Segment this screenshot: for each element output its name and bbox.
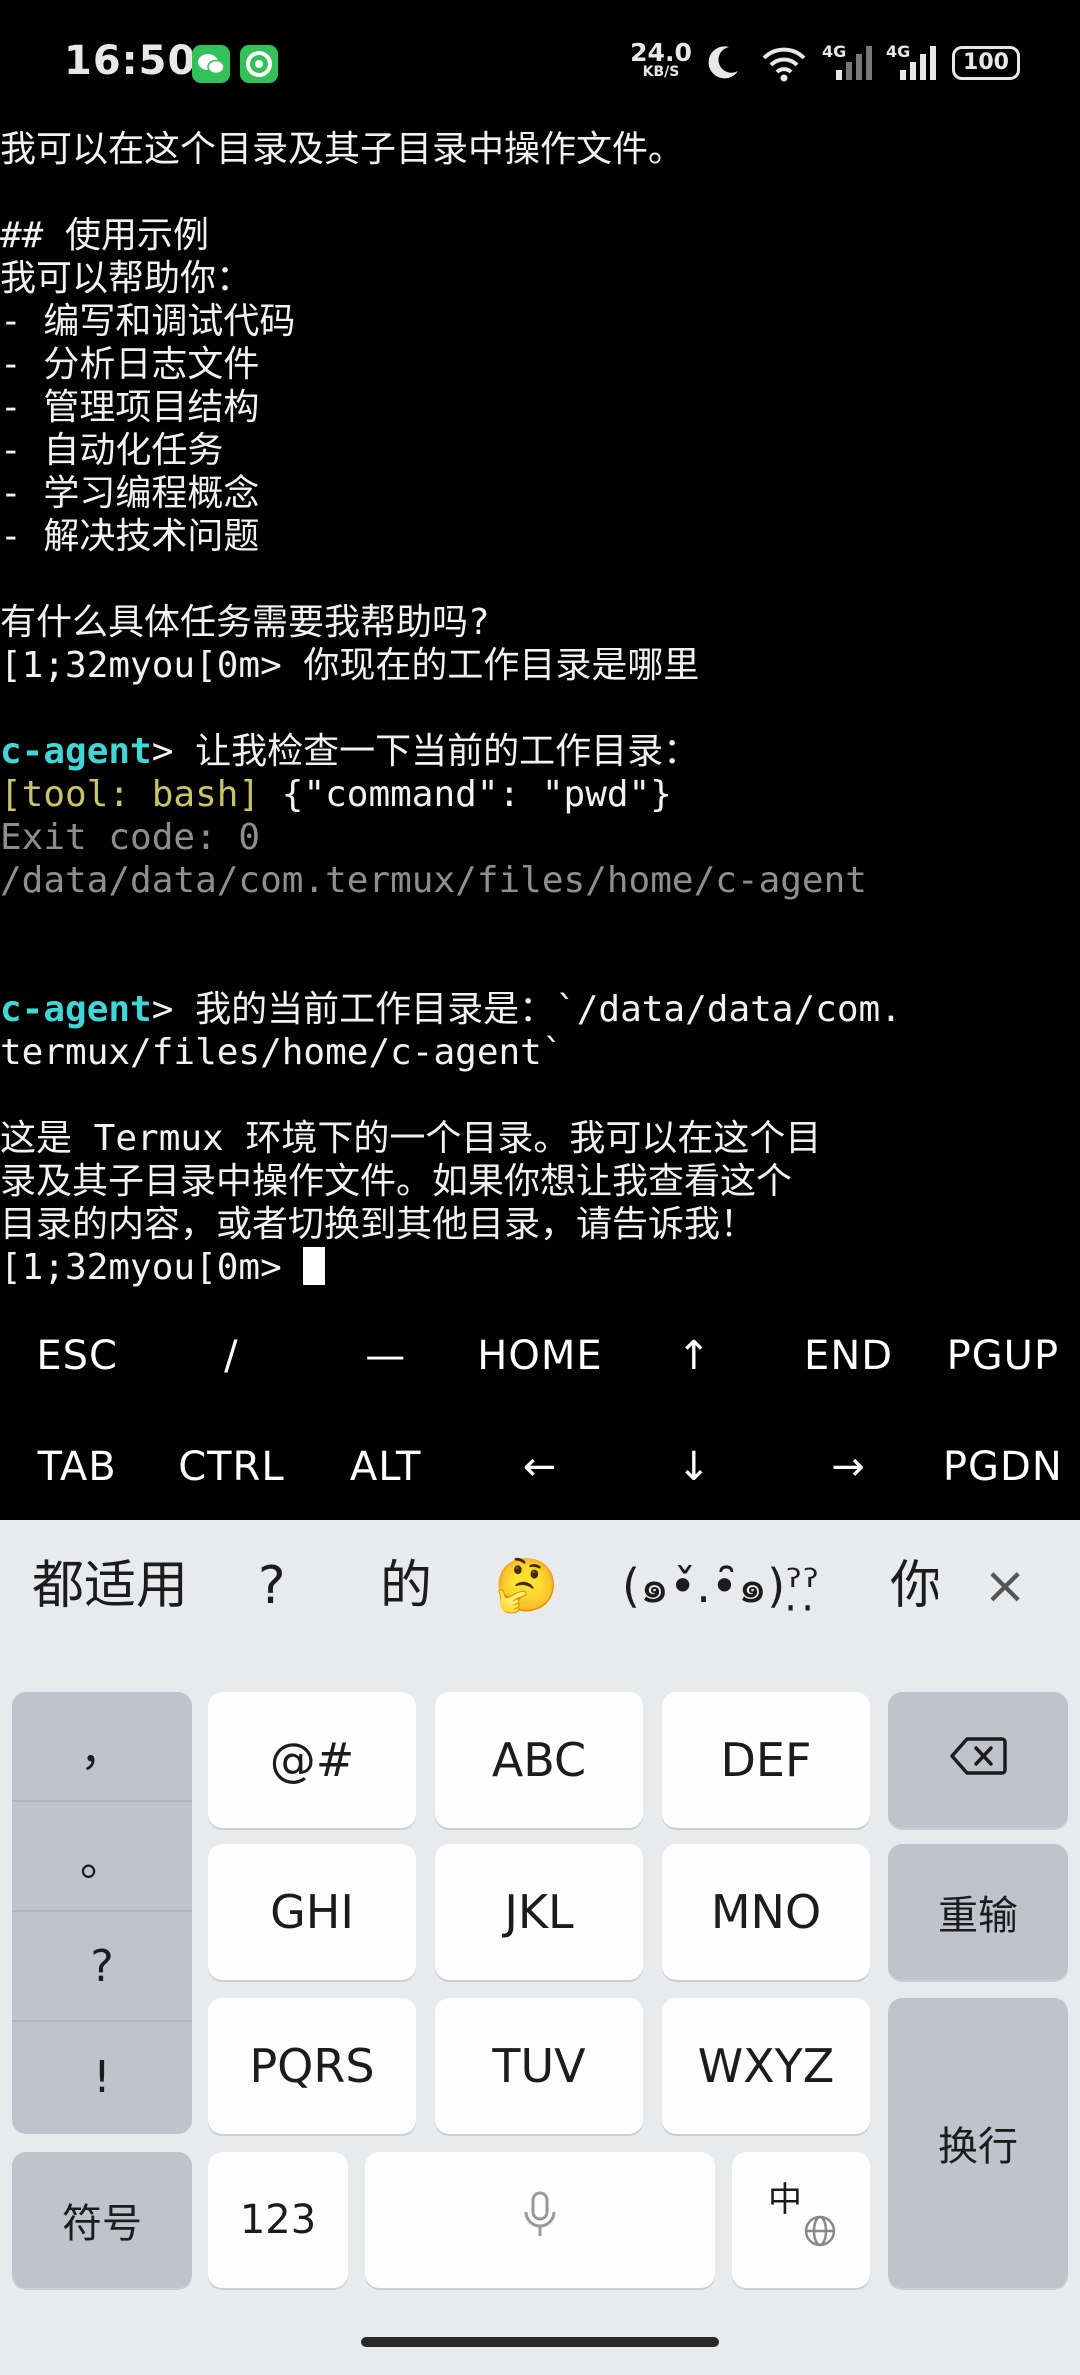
key-def[interactable]: DEF	[662, 1692, 870, 1828]
terminal-line: c-agent> 我的当前工作目录是：`/data/data/com.	[0, 988, 1080, 1031]
extra-keys-bar: ESC / — HOME ↑ END PGUP TAB CTRL ALT ← ↓…	[0, 1300, 1080, 1522]
tab-key[interactable]: TAB	[0, 1411, 154, 1522]
terminal-line: [1;32myou[0m> 你现在的工作目录是哪里	[0, 645, 700, 686]
slash-key[interactable]: /	[154, 1300, 308, 1411]
arrow-up-key[interactable]: ↑	[617, 1300, 771, 1411]
terminal-output[interactable]: 我可以在这个目录及其子目录中操作文件。 ## 使用示例 我可以帮助你： - 编写…	[0, 128, 1080, 1298]
punct-period-key[interactable]: 。	[12, 1802, 192, 1912]
candidate-item[interactable]: 你	[890, 1520, 938, 1652]
home-indicator[interactable]	[361, 2337, 719, 2347]
terminal-line: 我可以在这个目录及其子目录中操作文件。	[0, 129, 685, 170]
key-ghi[interactable]: GHI	[208, 1844, 416, 1980]
user-prompt: [1;32myou[0m>	[0, 1247, 304, 1288]
ctrl-key[interactable]: CTRL	[154, 1411, 308, 1522]
terminal-line: termux/files/home/c-agent`	[0, 1032, 564, 1073]
terminal-line: - 自动化任务	[0, 430, 224, 471]
terminal-line: 录及其子目录中操作文件。如果你想让我查看这个	[0, 1161, 793, 1202]
terminal-line: Exit code: 0	[0, 817, 261, 858]
candidate-item[interactable]: 都适用	[32, 1520, 188, 1652]
network-speed-unit: KB/S	[642, 64, 680, 80]
pgup-key[interactable]: PGUP	[926, 1300, 1080, 1411]
app-icon	[240, 45, 278, 83]
esc-key[interactable]: ESC	[0, 1300, 154, 1411]
backspace-key[interactable]	[888, 1692, 1068, 1828]
status-time: 16:50	[64, 38, 197, 84]
terminal-line: 我可以帮助你：	[0, 258, 253, 299]
punctuation-panel: ， 。 ? !	[12, 1692, 192, 2134]
network-speed-value: 24.0	[630, 38, 692, 67]
agent-prompt: c-agent	[0, 989, 152, 1030]
candidate-bar: 都适用 ? 的 🤔 (๑•̌.•̑๑)ˀ̣ˀ̣ 你 ×	[0, 1520, 1080, 1652]
wechat-icon	[192, 45, 230, 83]
terminal-line: 目录的内容，或者切换到其他目录，请告诉我！	[0, 1204, 757, 1245]
key-wxyz[interactable]: WXYZ	[662, 1998, 870, 2134]
signal-icon: 4G	[886, 42, 946, 84]
terminal-cursor	[303, 1247, 326, 1285]
wifi-icon	[760, 44, 808, 86]
home-key[interactable]: HOME	[463, 1300, 617, 1411]
arrow-right-key[interactable]: →	[771, 1411, 925, 1522]
agent-message: > 我的当前工作目录是：`/data/data/com.	[151, 989, 902, 1030]
punct-question-key[interactable]: ?	[12, 1912, 192, 2022]
symbols-key[interactable]: 符号	[12, 2152, 192, 2288]
status-bar: 16:50 24.0 KB/S 4G 4G 100	[0, 0, 1080, 130]
terminal-line: c-agent> 让我检查一下当前的工作目录：	[0, 730, 1080, 773]
terminal-line: - 解决技术问题	[0, 516, 260, 557]
moon-icon	[703, 42, 743, 86]
candidate-item[interactable]: (๑•̌.•̑๑)ˀ̣ˀ̣	[622, 1520, 819, 1652]
terminal-line: 有什么具体任务需要我帮助吗?	[0, 602, 490, 643]
dash-key[interactable]: —	[309, 1300, 463, 1411]
language-switch-key[interactable]: 中	[732, 2152, 870, 2288]
key-jkl[interactable]: JKL	[435, 1844, 643, 1980]
key-mno[interactable]: MNO	[662, 1844, 870, 1980]
candidate-item[interactable]: 🤔	[494, 1520, 559, 1652]
agent-message: > 让我检查一下当前的工作目录：	[151, 731, 700, 772]
language-label: 中	[768, 2180, 802, 2220]
arrow-down-key[interactable]: ↓	[617, 1411, 771, 1522]
microphone-icon	[520, 2190, 560, 2251]
agent-prompt: c-agent	[0, 731, 152, 772]
terminal-input-line[interactable]: [1;32myou[0m>	[0, 1246, 1080, 1289]
candidate-item[interactable]: 的	[380, 1520, 432, 1652]
tool-tag: [tool: bash]	[0, 774, 261, 815]
pgdn-key[interactable]: PGDN	[926, 1411, 1080, 1522]
terminal-line: 这是 Termux 环境下的一个目录。我可以在这个目	[0, 1118, 822, 1159]
tool-args: {"command": "pwd"}	[260, 774, 672, 815]
ime-keyboard: 都适用 ? 的 🤔 (๑•̌.•̑๑)ˀ̣ˀ̣ 你 × ， 。 ? ! @# A…	[0, 1520, 1080, 2375]
battery-icon: 100	[952, 46, 1020, 80]
end-key[interactable]: END	[771, 1300, 925, 1411]
key-at-hash[interactable]: @#	[208, 1692, 416, 1828]
space-key[interactable]	[365, 2152, 715, 2288]
terminal-line: - 学习编程概念	[0, 473, 260, 514]
numbers-key[interactable]: 123	[208, 2152, 348, 2288]
terminal-line: /data/data/com.termux/files/home/c-agent	[0, 860, 867, 901]
terminal-line: - 管理项目结构	[0, 387, 260, 428]
globe-icon	[800, 2208, 840, 2262]
key-pqrs[interactable]: PQRS	[208, 1998, 416, 2134]
terminal-line: - 分析日志文件	[0, 344, 260, 385]
punct-comma-key[interactable]: ，	[12, 1692, 192, 1802]
arrow-left-key[interactable]: ←	[463, 1411, 617, 1522]
key-tuv[interactable]: TUV	[435, 1998, 643, 2134]
key-abc[interactable]: ABC	[435, 1692, 643, 1828]
signal-icon: 4G	[822, 42, 882, 84]
terminal-line: - 编写和调试代码	[0, 301, 296, 342]
terminal-line: [tool: bash] {"command": "pwd"}	[0, 773, 1080, 816]
punct-exclaim-key[interactable]: !	[12, 2022, 192, 2132]
alt-key[interactable]: ALT	[309, 1411, 463, 1522]
retype-key[interactable]: 重输	[888, 1844, 1068, 1980]
network-speed: 24.0 KB/S	[630, 40, 692, 79]
backspace-icon	[949, 1733, 1007, 1787]
candidate-item[interactable]: ?	[258, 1520, 286, 1652]
enter-key[interactable]: 换行	[888, 1998, 1068, 2288]
terminal-line: ## 使用示例	[0, 215, 210, 256]
close-icon[interactable]: ×	[975, 1556, 1035, 1616]
